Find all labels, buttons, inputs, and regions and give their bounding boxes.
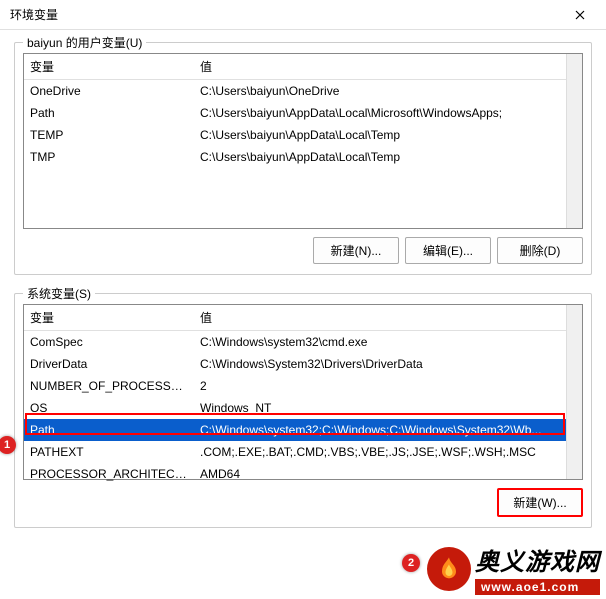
table-row[interactable]: NUMBER_OF_PROCESSORS2: [24, 375, 566, 397]
system-variables-list[interactable]: 变量 值 ComSpecC:\Windows\system32\cmd.exe …: [23, 304, 583, 480]
watermark-logo: 奥义游戏网 www.aoe1.com: [427, 542, 600, 595]
table-row[interactable]: OneDriveC:\Users\baiyun\OneDrive: [24, 80, 566, 102]
sys-group-label: 系统变量(S): [23, 285, 95, 302]
sys-buttons: 新建(W)...: [23, 488, 583, 517]
user-table-header: 变量 值: [24, 54, 566, 80]
user-new-button[interactable]: 新建(N)...: [313, 237, 399, 264]
watermark-title: 奥义游戏网: [475, 542, 600, 577]
table-row[interactable]: TMPC:\Users\baiyun\AppData\Local\Temp: [24, 146, 566, 168]
user-scrollbar[interactable]: [566, 54, 582, 228]
user-edit-button[interactable]: 编辑(E)...: [405, 237, 491, 264]
user-variables-group: baiyun 的用户变量(U) 变量 值 OneDriveC:\Users\ba…: [14, 42, 592, 275]
table-row[interactable]: DriverDataC:\Windows\System32\Drivers\Dr…: [24, 353, 566, 375]
watermark-url: www.aoe1.com: [475, 579, 600, 595]
close-icon: [575, 10, 585, 20]
column-header-variable[interactable]: 变量: [24, 305, 194, 330]
dialog-content: baiyun 的用户变量(U) 变量 值 OneDriveC:\Users\ba…: [0, 30, 606, 558]
table-row[interactable]: TEMPC:\Users\baiyun\AppData\Local\Temp: [24, 124, 566, 146]
system-variables-group: 系统变量(S) 变量 值 ComSpecC:\Windows\system32\…: [14, 293, 592, 528]
user-table: 变量 值 OneDriveC:\Users\baiyun\OneDrive Pa…: [24, 54, 566, 168]
user-variables-list[interactable]: 变量 值 OneDriveC:\Users\baiyun\OneDrive Pa…: [23, 53, 583, 229]
user-buttons: 新建(N)... 编辑(E)... 删除(D): [23, 237, 583, 264]
column-header-value[interactable]: 值: [194, 305, 566, 330]
column-header-variable[interactable]: 变量: [24, 54, 194, 79]
annotation-badge-2: 2: [402, 554, 420, 572]
table-row[interactable]: PathC:\Users\baiyun\AppData\Local\Micros…: [24, 102, 566, 124]
close-button[interactable]: [560, 1, 600, 29]
table-row[interactable]: PATHEXT.COM;.EXE;.BAT;.CMD;.VBS;.VBE;.JS…: [24, 441, 566, 463]
table-row[interactable]: ComSpecC:\Windows\system32\cmd.exe: [24, 331, 566, 353]
sys-new-button[interactable]: 新建(W)...: [497, 488, 583, 517]
column-header-value[interactable]: 值: [194, 54, 566, 79]
table-row[interactable]: OSWindows_NT: [24, 397, 566, 419]
user-group-label: baiyun 的用户变量(U): [23, 34, 146, 51]
table-row-selected[interactable]: PathC:\Windows\system32;C:\Windows;C:\Wi…: [24, 419, 566, 441]
flame-icon: [427, 547, 471, 591]
user-delete-button[interactable]: 删除(D): [497, 237, 583, 264]
watermark-text: 奥义游戏网 www.aoe1.com: [475, 542, 600, 595]
window-title: 环境变量: [10, 6, 58, 23]
table-row[interactable]: PROCESSOR_ARCHITECT...AMD64: [24, 463, 566, 485]
sys-scrollbar[interactable]: [566, 305, 582, 479]
sys-table-header: 变量 值: [24, 305, 566, 331]
sys-table: 变量 值 ComSpecC:\Windows\system32\cmd.exe …: [24, 305, 566, 485]
titlebar: 环境变量: [0, 0, 606, 30]
